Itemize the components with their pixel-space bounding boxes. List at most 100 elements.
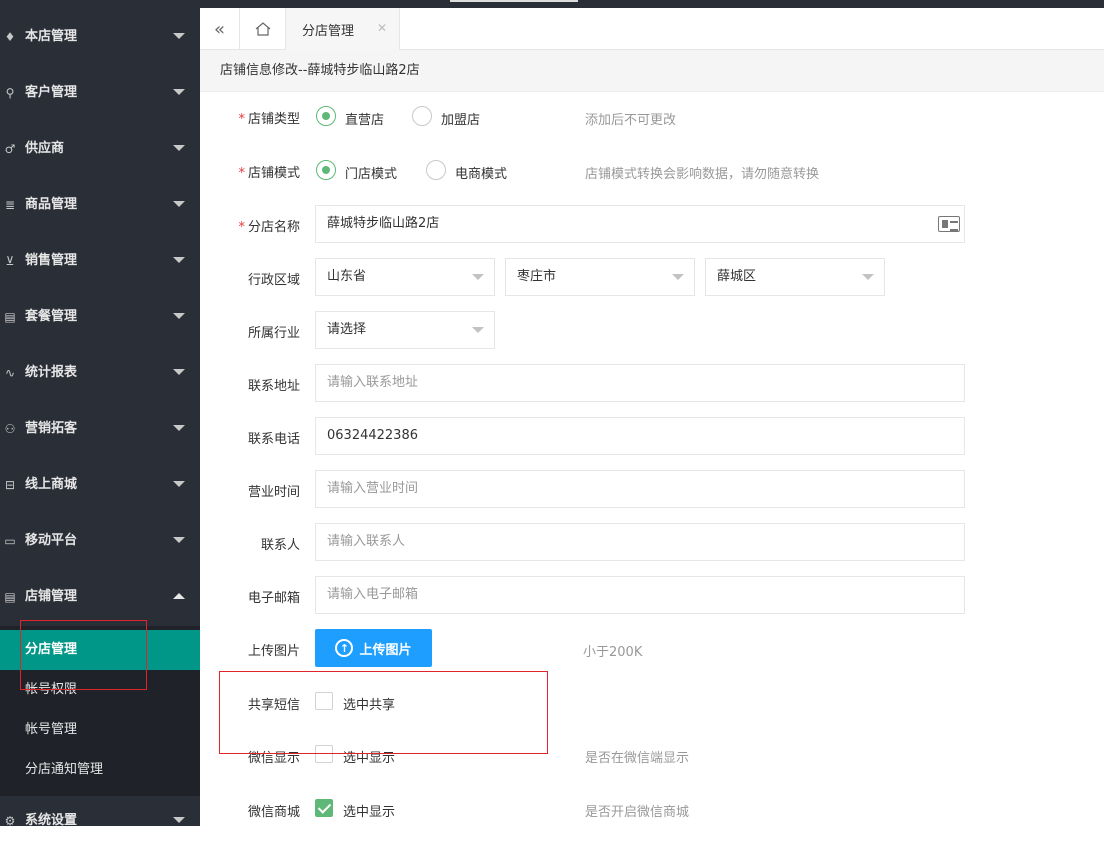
district-select[interactable]: 薛城区 (705, 258, 885, 296)
cart-icon: ⊻ (5, 254, 15, 268)
submenu-item-accounts[interactable]: 帐号管理 (0, 710, 200, 750)
highlight-box (20, 620, 147, 690)
sidebar-item-settings[interactable]: ⚙ 系统设置 (0, 793, 200, 849)
sidebar-item-marketing[interactable]: ⚇ 营销拓客 (0, 401, 200, 457)
sidebar-item-label: 本店管理 (25, 29, 78, 44)
branch-name-value: 薛城特步临山路2店 (327, 216, 440, 231)
radio-direct-store[interactable] (316, 106, 336, 126)
tab-branch-management[interactable]: 分店管理 ✕ (286, 8, 400, 50)
upload-hint: 小于200K (583, 645, 643, 660)
store-icon: ⊟ (4, 478, 16, 492)
upload-button-label: 上传图片 (359, 642, 412, 658)
form-row-branch-name: * 分店名称 薛城特步临山路2店 (200, 205, 1104, 243)
radio-franchise-store[interactable] (412, 106, 432, 126)
store-type-label: * 店铺类型 (238, 112, 300, 127)
address-label: 联系地址 (247, 379, 300, 394)
form-row-phone: 联系电话 06324422386 (200, 417, 1104, 455)
form-row-address: 联系地址 请输入联系地址 (200, 364, 1104, 402)
radio-store-mode[interactable] (316, 160, 336, 180)
sidebar-item-products[interactable]: ≣ 商品管理 (0, 177, 200, 233)
sidebar-item-store[interactable]: ♦ 本店管理 (0, 9, 200, 65)
sidebar-item-label: 移动平台 (25, 533, 78, 548)
sidebar-item-customers[interactable]: ⚲ 客户管理 (0, 65, 200, 121)
double-chevron-left-icon[interactable]: « (200, 8, 240, 50)
shop-icon: ▤ (4, 590, 16, 604)
city-value: 枣庄市 (517, 269, 557, 284)
province-value: 山东省 (327, 269, 367, 284)
sidebar-item-label: 店铺管理 (25, 589, 78, 604)
industry-value: 请选择 (327, 322, 367, 337)
pulse-icon: ∿ (4, 366, 16, 380)
male-icon: ♂ (4, 142, 16, 156)
sidebar-item-mobile[interactable]: ▭ 移动平台 (0, 513, 200, 569)
sidebar-item-label: 套餐管理 (25, 309, 78, 324)
close-icon[interactable]: ✕ (377, 21, 387, 35)
radio-ecommerce-mode[interactable] (426, 160, 446, 180)
radio-label-franchise: 加盟店 (441, 113, 481, 128)
branch-name-input[interactable]: 薛城特步临山路2店 (315, 205, 965, 243)
chevron-down-icon (173, 89, 185, 95)
form-row-hours: 营业时间 请输入营业时间 (200, 470, 1104, 508)
chevron-down-icon (173, 145, 185, 151)
upload-label: 上传图片 (247, 644, 300, 659)
chevron-down-icon (862, 274, 874, 280)
home-icon[interactable] (240, 8, 286, 50)
store-mode-hint: 店铺模式转换会影响数据，请勿随意转换 (585, 167, 820, 182)
id-card-icon[interactable] (938, 216, 960, 232)
wechat-mall-label: 微信商城 (247, 805, 300, 820)
tab-bar: « 分店管理 ✕ (200, 8, 1104, 50)
sidebar-item-label: 供应商 (25, 141, 65, 156)
region-label: 行政区域 (247, 273, 300, 288)
sidebar-item-suppliers[interactable]: ♂ 供应商 (0, 121, 200, 177)
sidebar-item-packages[interactable]: ▤ 套餐管理 (0, 289, 200, 345)
top-strip (200, 0, 1104, 8)
upload-icon: ↑ (335, 639, 354, 657)
email-input[interactable]: 请输入电子邮箱 (315, 576, 965, 614)
phone-label: 联系电话 (247, 432, 300, 447)
mobile-icon: ▭ (4, 534, 16, 548)
upload-image-button[interactable]: ↑ 上传图片 (315, 629, 432, 667)
sidebar-item-online-mall[interactable]: ⊟ 线上商城 (0, 457, 200, 513)
email-label: 电子邮箱 (247, 591, 300, 606)
sidebar-item-label: 系统设置 (25, 813, 78, 828)
industry-label: 所属行业 (247, 326, 300, 341)
chevron-down-icon (173, 313, 185, 319)
user-icon: ⚲ (5, 86, 15, 100)
wechat-display-hint: 是否在微信端显示 (585, 751, 690, 766)
sidebar-item-shop[interactable]: ▤ 店铺管理 (0, 569, 200, 625)
tab-label: 分店管理 (302, 23, 355, 39)
chevron-down-icon (173, 201, 185, 207)
users-icon: ⚇ (4, 422, 16, 436)
industry-select[interactable]: 请选择 (315, 311, 495, 349)
highlight-box (219, 671, 548, 754)
hours-input[interactable]: 请输入营业时间 (315, 470, 965, 508)
contact-input[interactable]: 请输入联系人 (315, 523, 965, 561)
sidebar: ♦ 本店管理 ⚲ 客户管理 ♂ 供应商 ≣ 商品管理 ⊻ 销售管理 ▤ 套餐管理… (0, 0, 200, 828)
radio-label-ecommerce: 电商模式 (455, 167, 508, 182)
store-type-hint: 添加后不可更改 (585, 113, 677, 128)
sidebar-item-label: 商品管理 (25, 197, 78, 212)
sidebar-item-sales[interactable]: ⊻ 销售管理 (0, 233, 200, 289)
form-row-contact: 联系人 请输入联系人 (200, 523, 1104, 561)
chevron-down-icon (173, 425, 185, 431)
submenu-item-notifications[interactable]: 分店通知管理 (0, 750, 200, 790)
phone-input[interactable]: 06324422386 (315, 417, 965, 455)
sidebar-item-reports[interactable]: ∿ 统计报表 (0, 345, 200, 401)
diamond-icon: ♦ (4, 30, 16, 44)
page-title: 店铺信息修改--薛城特步临山路2店 (200, 50, 1104, 92)
province-select[interactable]: 山东省 (315, 258, 495, 296)
address-input[interactable]: 请输入联系地址 (315, 364, 965, 402)
radio-label-store-mode: 门店模式 (345, 167, 398, 182)
city-select[interactable]: 枣庄市 (505, 258, 695, 296)
gear-icon: ⚙ (4, 814, 16, 828)
sidebar-item-label: 客户管理 (25, 85, 78, 100)
sidebar-item-label: 营销拓客 (25, 421, 78, 436)
form-row-store-type: * 店铺类型 直营店 加盟店 添加后不可更改 (200, 104, 1104, 130)
form-row-email: 电子邮箱 请输入电子邮箱 (200, 576, 1104, 614)
chevron-down-icon (173, 33, 185, 39)
wechat-mall-checkbox[interactable] (315, 799, 333, 817)
chevron-down-icon (173, 481, 185, 487)
chevron-down-icon (173, 369, 185, 375)
chevron-down-icon (173, 817, 185, 823)
contact-label: 联系人 (260, 538, 300, 553)
